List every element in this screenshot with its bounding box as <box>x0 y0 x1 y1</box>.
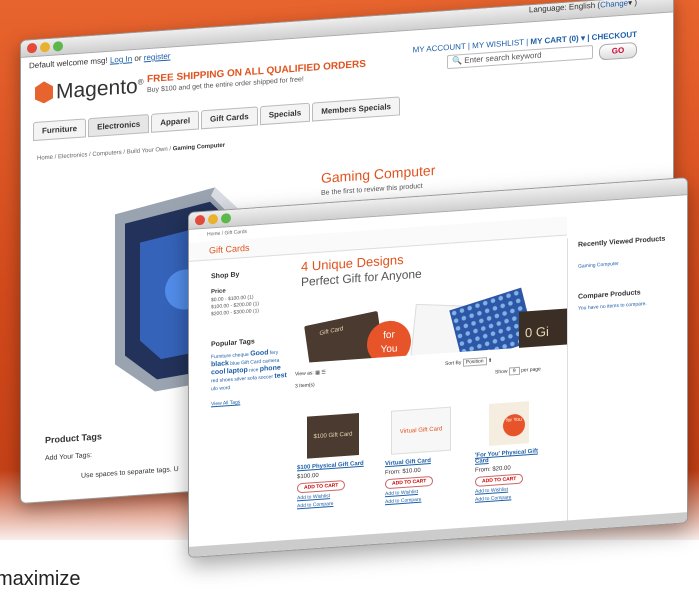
tag-link[interactable]: red <box>211 378 218 385</box>
product-price: $100.00 <box>297 472 319 481</box>
product-card: Virtual Gift Card Virtual Gift Card From… <box>385 406 457 505</box>
add-to-cart-button[interactable]: ADD TO CART <box>385 475 434 490</box>
for-you-badge: for You <box>503 413 525 437</box>
per-page-select[interactable]: Show 9 per page <box>495 366 541 376</box>
tag-link[interactable]: laptop <box>227 367 248 375</box>
nav-members-specials[interactable]: Members Specials <box>312 96 400 122</box>
login-link[interactable]: Log In <box>110 54 132 65</box>
product-name-link[interactable]: 'For You' Physical Gift Card <box>475 448 547 465</box>
add-to-cart-button[interactable]: ADD TO CART <box>475 473 524 487</box>
tag-link[interactable]: black <box>211 360 229 368</box>
nav-electronics[interactable]: Electronics <box>88 113 150 138</box>
store-logo[interactable]: Magento® <box>35 74 144 106</box>
close-window-icon[interactable] <box>195 214 205 226</box>
tag-link[interactable]: Good <box>250 349 268 357</box>
magento-logo-icon <box>35 81 53 104</box>
product-card: for You 'For You' Physical Gift Card Fro… <box>475 400 547 503</box>
add-tags-label: Add Your Tags: <box>45 451 92 463</box>
product-card: $100 Gift Card $100 Physical Gift Card $… <box>297 412 369 509</box>
sort-by-select[interactable]: Sort By Position ⬆ <box>445 357 492 367</box>
compare-empty-message: You have no items to compare. <box>578 300 647 312</box>
right-sidebar: Recently Viewed Products Gaming Computer… <box>567 230 688 529</box>
tagline-text: maximize <box>0 568 81 590</box>
tag-link[interactable]: nice <box>249 367 258 374</box>
price-filter-label: Price <box>211 288 226 296</box>
product-price: From: $10.00 <box>385 467 421 477</box>
breadcrumb: Home / Electronics / Computers / Build Y… <box>37 142 226 162</box>
register-link[interactable]: register <box>144 51 171 62</box>
nav-furniture[interactable]: Furniture <box>33 118 87 142</box>
tag-link[interactable]: soccer <box>258 374 273 381</box>
recently-viewed-heading: Recently Viewed Products <box>578 235 666 249</box>
tag-link[interactable]: Gift Card <box>241 359 261 366</box>
tag-link[interactable]: ufo <box>211 386 218 392</box>
tag-link[interactable]: blue <box>230 360 239 367</box>
minimize-window-icon[interactable] <box>208 213 218 225</box>
tag-link[interactable]: cheque <box>232 352 248 359</box>
category-heading: Gift Cards <box>209 242 250 256</box>
main-nav: Furniture Electronics Apparel Gift Cards… <box>33 96 402 142</box>
tag-link[interactable]: silver <box>234 376 246 383</box>
item-count: 3 Item(s) <box>295 382 315 390</box>
popular-tags-heading: Popular Tags <box>211 338 255 349</box>
zoom-window-icon[interactable] <box>53 40 63 52</box>
tag-link[interactable]: cool <box>211 368 225 376</box>
search-go-button[interactable]: GO <box>599 41 637 61</box>
tag-link[interactable]: word <box>219 385 230 392</box>
review-first-link[interactable]: Be the first to review this product <box>321 183 423 197</box>
recently-viewed-item[interactable]: Gaming Computer <box>578 261 619 270</box>
add-to-cart-button[interactable]: ADD TO CART <box>297 479 346 494</box>
view-all-tags-link[interactable]: View All Tags <box>211 399 240 407</box>
tag-link[interactable]: sofa <box>247 375 256 382</box>
product-image[interactable]: Virtual Gift Card <box>391 406 451 455</box>
tag-link[interactable]: camera <box>263 358 280 365</box>
shop-by-heading: Shop By <box>211 271 240 281</box>
breadcrumb: Home / Gift Cards <box>207 228 248 238</box>
tag-link[interactable]: fery <box>270 350 278 357</box>
zoom-window-icon[interactable] <box>221 212 231 224</box>
gift-cards-window: Home / Gift Cards Gift Cards Shop By Pri… <box>188 177 688 558</box>
dark-gift-card-image: 0 Gi <box>519 307 567 356</box>
compare-products-heading: Compare Products <box>578 289 641 301</box>
tag-cloud: Furniture cheque Good fery black blue Gi… <box>211 348 289 393</box>
minimize-window-icon[interactable] <box>40 41 50 53</box>
for-you-card-image: for You <box>367 319 411 364</box>
nav-specials[interactable]: Specials <box>259 102 311 126</box>
close-window-icon[interactable] <box>27 42 37 54</box>
gift-card-banner[interactable]: 4 Unique Designs Perfect Gift for Anyone… <box>289 236 567 364</box>
nav-apparel[interactable]: Apparel <box>151 110 200 133</box>
tags-hint: Use spaces to separate tags. U <box>81 465 179 480</box>
product-image[interactable]: $100 Gift Card <box>307 413 359 459</box>
tag-link[interactable]: test <box>274 372 286 380</box>
view-as-toggle[interactable]: View as: ▦ ☰ <box>295 369 326 377</box>
product-price: From: $20.00 <box>475 465 511 474</box>
tag-link[interactable]: shoes <box>220 377 233 384</box>
nav-gift-cards[interactable]: Gift Cards <box>201 106 258 130</box>
product-image[interactable]: for You <box>489 401 529 446</box>
price-filter-list: $0.00 - $100.00 (1) $100.00 - $200.00 (1… <box>211 294 259 318</box>
product-tags-heading: Product Tags <box>45 431 102 446</box>
